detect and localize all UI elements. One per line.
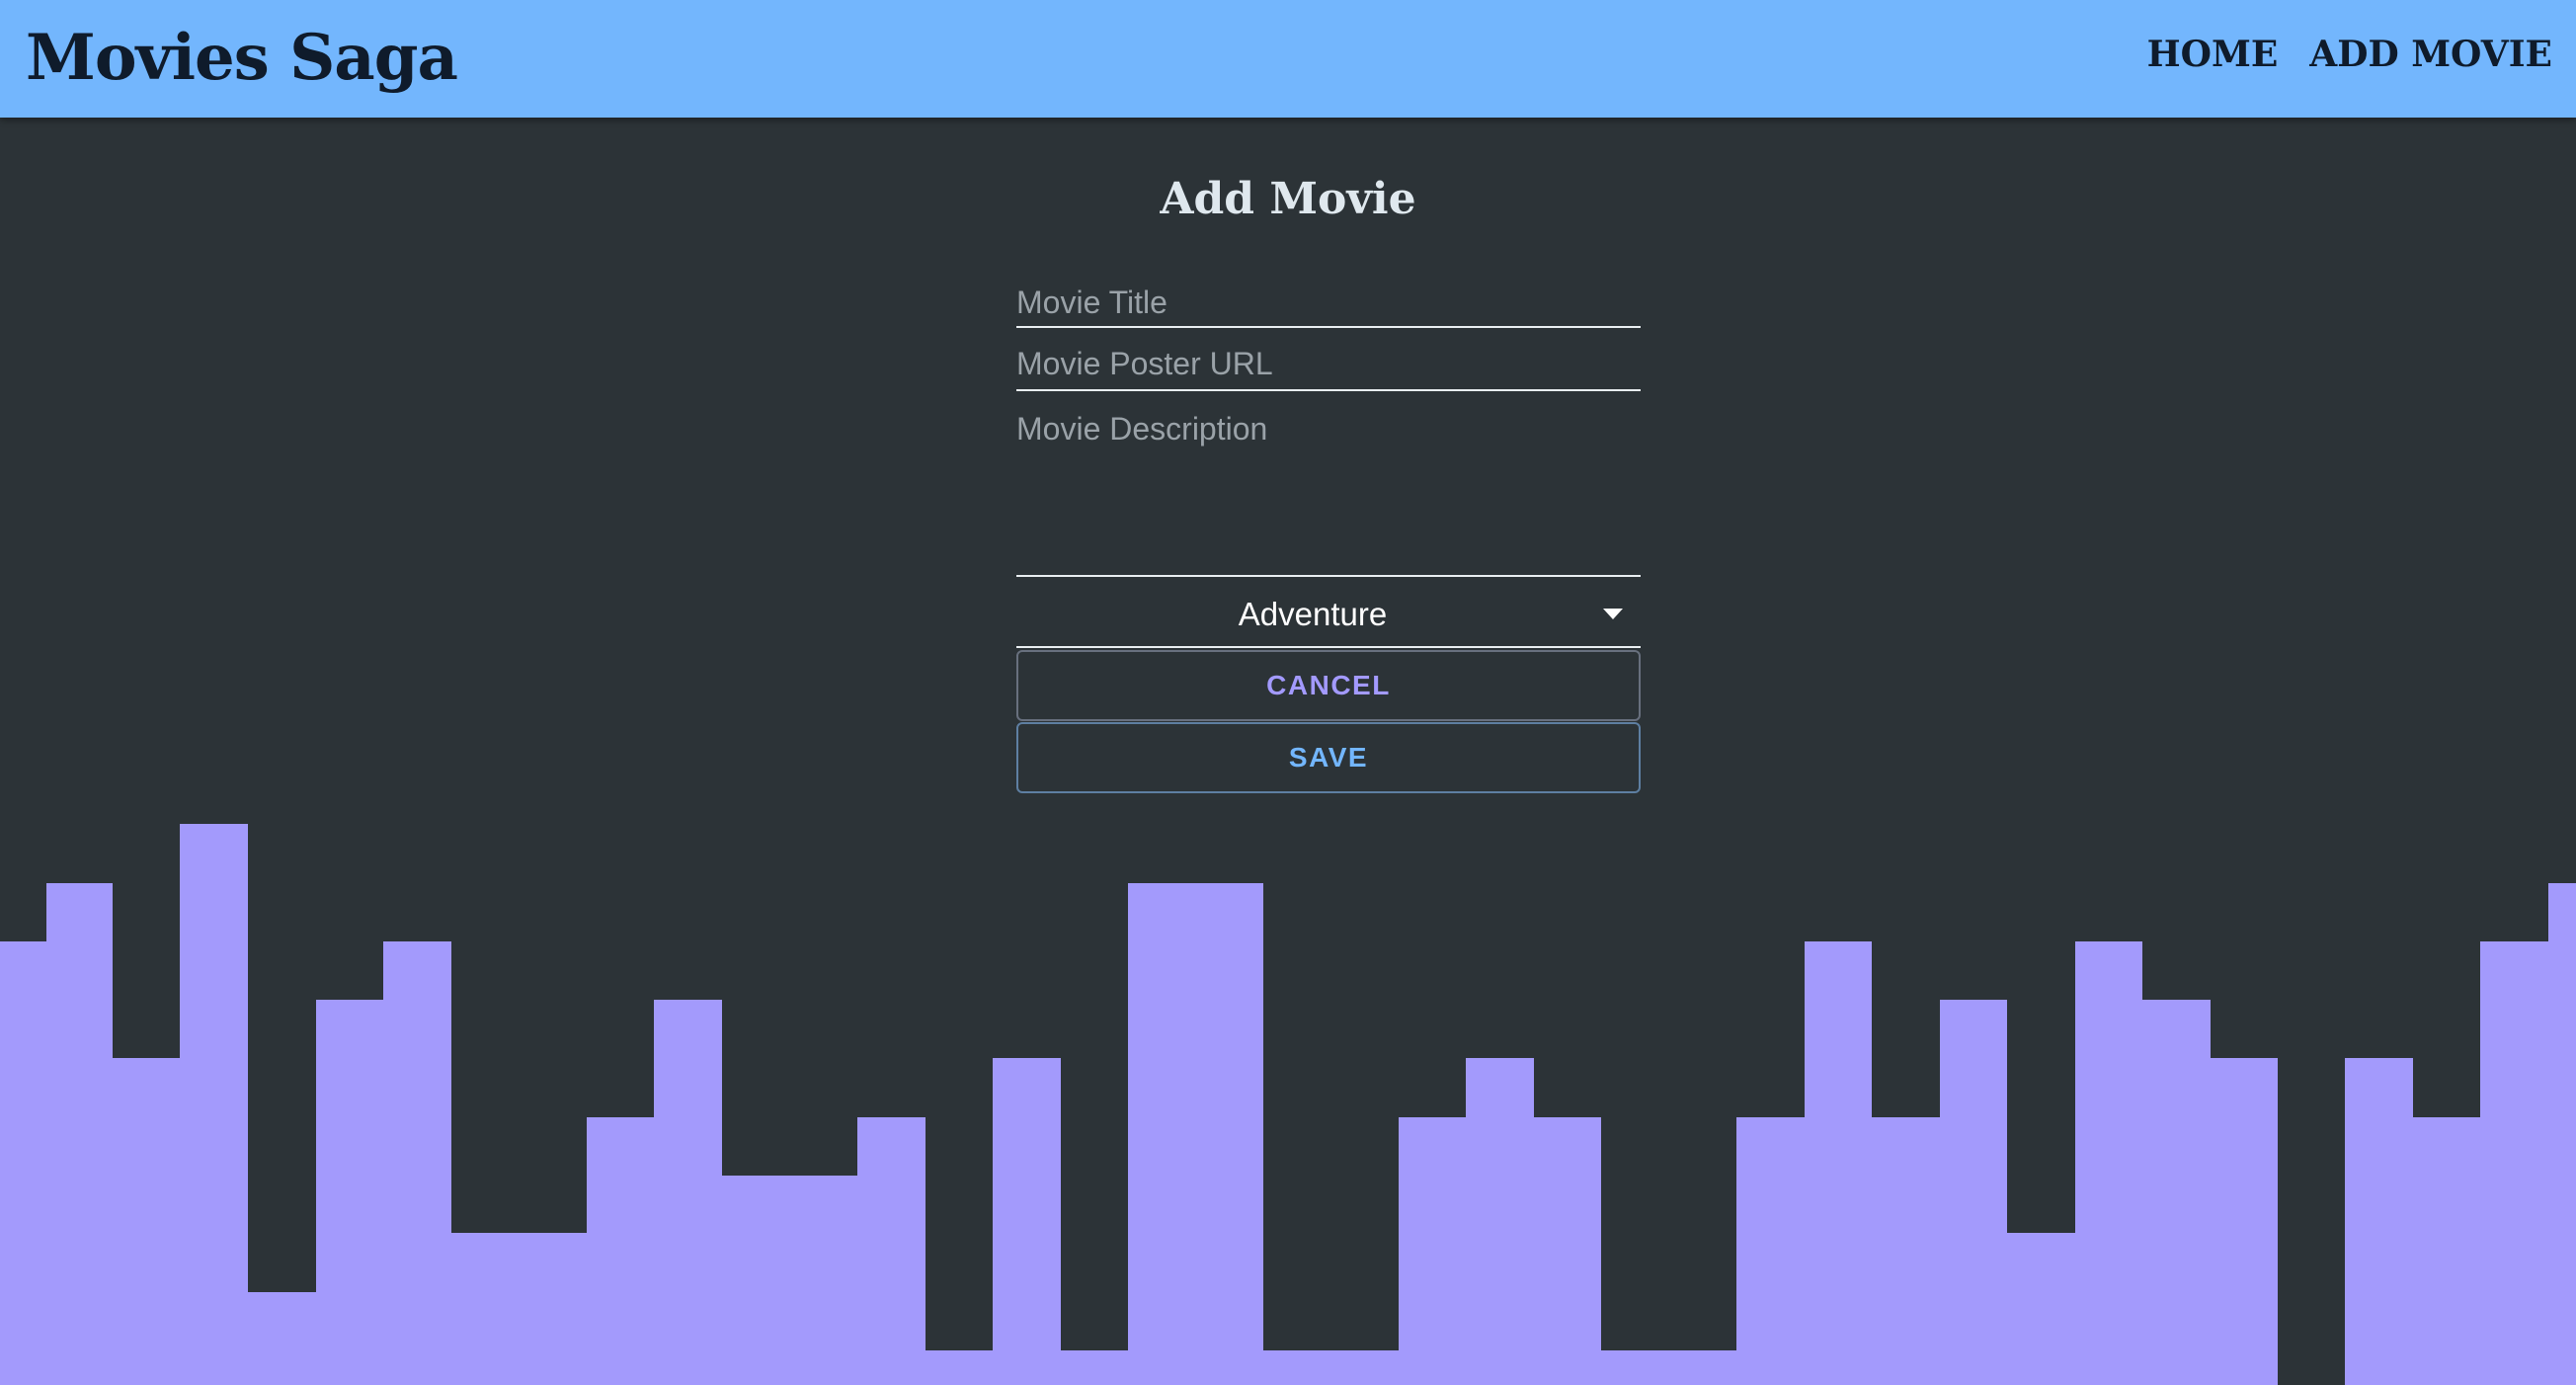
app-header: Movies Saga HOME ADD MOVIE (0, 0, 2576, 118)
add-movie-form: Adventure CANCEL SAVE (1016, 265, 1641, 793)
movie-poster-url-input[interactable] (1016, 328, 1641, 391)
brand-title[interactable]: Movies Saga (26, 14, 458, 103)
genre-select[interactable]: Adventure (1016, 577, 1641, 648)
save-button[interactable]: SAVE (1016, 722, 1641, 793)
form-heading: Add Movie (1160, 174, 1416, 224)
nav-add-movie-link[interactable]: ADD MOVIE (2309, 30, 2552, 79)
genre-selected-value: Adventure (1238, 596, 1388, 632)
movie-description-input[interactable] (1016, 391, 1641, 577)
skyline-shape (0, 824, 2576, 1385)
caret-down-icon (1603, 609, 1623, 619)
main-nav: HOME ADD MOVIE (2147, 30, 2552, 79)
nav-home-link[interactable]: HOME (2147, 30, 2279, 79)
cancel-button[interactable]: CANCEL (1016, 650, 1641, 721)
movie-title-input[interactable] (1016, 265, 1641, 328)
